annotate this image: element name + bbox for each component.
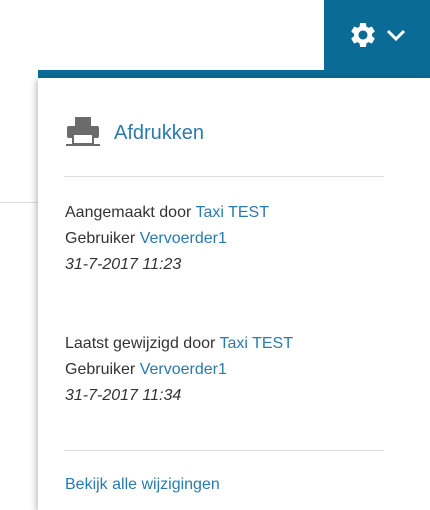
menu-divider [64, 450, 384, 451]
modified-by-prefix: Laatst gewijzigd door [65, 335, 216, 352]
menu-divider [64, 176, 384, 177]
gear-icon [348, 20, 378, 50]
modified-date: 31-7-2017 11:34 [65, 387, 182, 404]
created-by-user-link[interactable]: Taxi TEST [195, 204, 269, 221]
modified-user-link[interactable]: Vervoerder1 [140, 361, 227, 378]
background-divider [0, 202, 38, 203]
settings-dropdown-button[interactable] [324, 0, 430, 70]
chevron-down-icon [386, 28, 406, 42]
modified-user-prefix: Gebruiker [65, 361, 136, 378]
created-user-link[interactable]: Vervoerder1 [140, 230, 227, 247]
printer-icon [66, 116, 100, 151]
view-all-changes-link[interactable]: Bekijk alle wijzigingen [65, 476, 220, 494]
menu-accent-bar [38, 70, 430, 78]
print-label: Afdrukken [114, 122, 205, 144]
created-info: Aangemaakt door Taxi TEST Gebruiker Verv… [65, 200, 269, 278]
modified-info: Laatst gewijzigd door Taxi TEST Gebruike… [65, 331, 293, 409]
settings-dropdown-menu: Afdrukken Aangemaakt door Taxi TEST Gebr… [38, 78, 430, 510]
print-menu-item[interactable]: Afdrukken [66, 116, 204, 151]
created-user-prefix: Gebruiker [65, 230, 136, 247]
modified-by-user-link[interactable]: Taxi TEST [219, 335, 293, 352]
created-date: 31-7-2017 11:23 [65, 256, 182, 273]
created-by-prefix: Aangemaakt door [65, 204, 192, 221]
